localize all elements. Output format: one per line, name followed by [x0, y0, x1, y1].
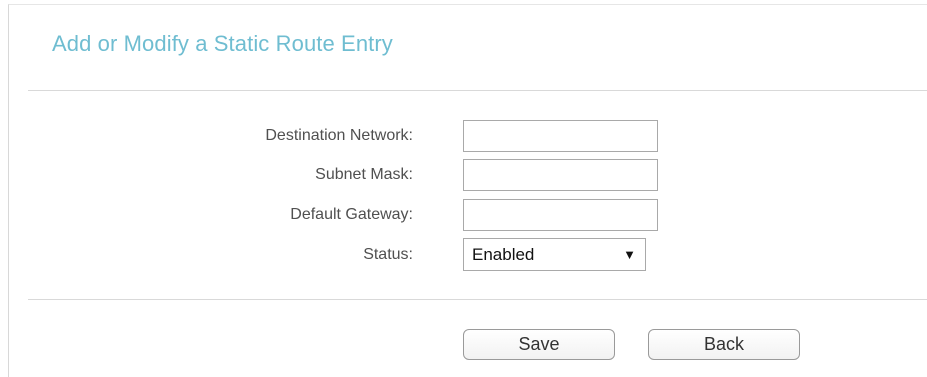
- default-gateway-field[interactable]: [463, 199, 658, 231]
- status-selected-value: Enabled: [472, 245, 535, 264]
- page-title: Add or Modify a Static Route Entry: [52, 31, 393, 56]
- destination-network-label: Destination Network:: [265, 127, 413, 144]
- save-button[interactable]: Save: [463, 329, 615, 360]
- status-label: Status:: [363, 246, 413, 263]
- status-select[interactable]: Enabled ▼: [463, 238, 646, 271]
- header-divider: [28, 90, 927, 91]
- triangle-down-icon: ▼: [623, 247, 636, 262]
- footer-divider: [28, 299, 927, 300]
- destination-network-field[interactable]: [463, 120, 658, 152]
- back-button[interactable]: Back: [648, 329, 800, 360]
- subnet-mask-field[interactable]: [463, 159, 658, 191]
- default-gateway-label: Default Gateway:: [290, 206, 413, 223]
- subnet-mask-label: Subnet Mask:: [315, 166, 413, 183]
